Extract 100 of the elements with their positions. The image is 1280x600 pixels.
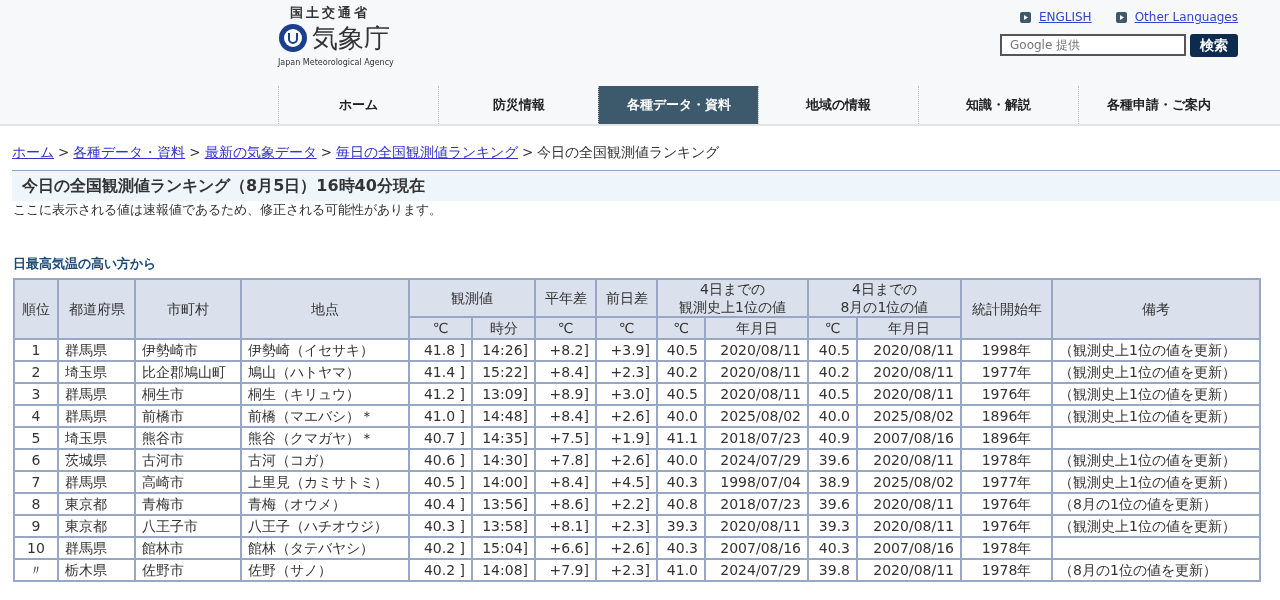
table-cell: 9	[14, 514, 58, 537]
table-cell: 2020/08/11	[705, 338, 808, 361]
table-cell: 群馬県	[58, 404, 135, 427]
table-cell: 39.6	[808, 492, 857, 515]
breadcrumb-link[interactable]: 毎日の全国観測値ランキング	[335, 144, 518, 160]
table-cell: 2020/08/11	[857, 448, 961, 471]
table-cell: 39.8	[808, 558, 857, 581]
table-cell: 佐野市	[135, 558, 241, 581]
table-cell: 40.3	[808, 536, 857, 559]
table-cell: 1998/07/04	[705, 470, 808, 493]
table-cell: 茨城県	[58, 448, 135, 471]
nav-tab[interactable]: 各種データ・資料	[598, 86, 758, 124]
table-cell: 八王子市	[135, 514, 241, 537]
table-cell: 2020/08/11	[705, 382, 808, 405]
column-header: ℃	[673, 318, 689, 337]
table-cell: 佐野（サノ）	[241, 558, 409, 581]
table-cell: +2.6]	[596, 404, 657, 427]
table-cell: 13:09]	[472, 382, 535, 405]
search-button[interactable]: 検索	[1190, 34, 1238, 57]
column-header: 観測値	[451, 288, 493, 307]
table-cell: 埼玉県	[58, 360, 135, 383]
table-cell: 3	[14, 382, 58, 405]
language-link[interactable]: ENGLISH	[1038, 8, 1092, 26]
table-cell: 39.3	[657, 514, 705, 537]
search-field[interactable]: Google 提供	[1000, 34, 1186, 56]
table-cell: 館林（タテバヤシ）	[241, 536, 409, 559]
column-header: 年月日	[888, 318, 930, 337]
table-cell: 40.2 ]	[409, 536, 472, 559]
agency-english-name: Japan Meteorological Agency	[278, 57, 394, 69]
table-cell: 40.7 ]	[409, 426, 472, 449]
table-cell: 青梅市	[135, 492, 241, 515]
table-cell: 40.0	[808, 404, 857, 427]
table-cell: 15:04]	[472, 536, 535, 559]
table-cell: 39.3	[808, 514, 857, 537]
table-cell: 8	[14, 492, 58, 515]
breadcrumb-separator: >	[189, 144, 201, 160]
table-cell: 伊勢崎市	[135, 338, 241, 361]
page-title: 今日の全国観測値ランキング（8月5日）16時40分現在	[12, 170, 1280, 202]
column-header: 8月の1位の値	[840, 297, 929, 316]
table-cell: +8.4]	[535, 470, 596, 493]
table-cell: +8.9]	[535, 382, 596, 405]
agency-name: 気象庁	[312, 25, 390, 51]
table-cell: +8.4]	[535, 404, 596, 427]
table-cell: 1977年	[961, 360, 1052, 383]
column-header: 4日までの	[852, 279, 917, 298]
table-cell: 2020/08/11	[705, 514, 808, 537]
table-cell: 41.1	[657, 426, 705, 449]
language-link[interactable]: Other Languages	[1134, 8, 1238, 26]
table-cell: （観測史上1位の値を更新）	[1052, 448, 1260, 471]
column-header: 時分	[489, 318, 518, 337]
nav-tab[interactable]: 各種申請・ご案内	[1078, 86, 1238, 124]
table-cell: 埼玉県	[58, 426, 135, 449]
table-cell: 40.2 ]	[409, 558, 472, 581]
table-cell: +8.1]	[535, 514, 596, 537]
column-header: 地点	[311, 299, 339, 318]
table-cell: 40.5	[657, 382, 705, 405]
table-cell: 40.9	[808, 426, 857, 449]
table-cell: 1976年	[961, 382, 1052, 405]
table-cell: 40.5	[808, 382, 857, 405]
table-cell: （観測史上1位の値を更新）	[1052, 382, 1260, 405]
column-header: 順位	[22, 299, 50, 318]
table-cell: 1896年	[961, 426, 1052, 449]
column-header: ℃	[618, 318, 635, 337]
table-cell: 館林市	[135, 536, 241, 559]
table-cell: （観測史上1位の値を更新）	[1052, 470, 1260, 493]
section-title: 日最高気温の高い方から	[13, 255, 157, 273]
play-icon	[1019, 11, 1031, 23]
nav-tab[interactable]: ホーム	[278, 86, 438, 124]
table-cell: 41.0 ]	[409, 404, 472, 427]
table-cell: 〃	[14, 558, 58, 581]
table-cell: （観測史上1位の値を更新）	[1052, 514, 1260, 537]
table-cell: （観測史上1位の値を更新）	[1052, 338, 1260, 361]
breadcrumb-link[interactable]: 各種データ・資料	[73, 144, 186, 160]
table-cell: 6	[14, 448, 58, 471]
nav-tab[interactable]: 地域の情報	[758, 86, 918, 124]
nav-tab[interactable]: 知識・解説	[918, 86, 1078, 124]
breadcrumb-current: 今日の全国観測値ランキング	[537, 144, 720, 160]
table-cell: 15:22]	[472, 360, 535, 383]
table-cell: 2018/07/23	[705, 492, 808, 515]
table-cell: 2	[14, 360, 58, 383]
table-cell: 八王子（ハチオウジ）	[241, 514, 409, 537]
breadcrumb-link[interactable]: 最新の気象データ	[204, 144, 317, 160]
table-cell: 群馬県	[58, 338, 135, 361]
column-header: 平年差	[544, 288, 587, 307]
table-cell: （8月の1位の値を更新）	[1052, 558, 1260, 581]
table-cell: 2020/08/11	[857, 558, 961, 581]
column-header: ℃	[557, 318, 574, 337]
table-cell: 伊勢崎（イセサキ）	[241, 338, 409, 361]
table-cell: +2.6]	[596, 536, 657, 559]
column-header: 4日までの	[700, 279, 765, 298]
breadcrumb-link[interactable]: ホーム	[12, 144, 54, 160]
table-cell: +7.5]	[535, 426, 596, 449]
column-header: 観測史上1位の値	[679, 297, 786, 316]
table-cell: 41.2 ]	[409, 382, 472, 405]
table-cell: 7	[14, 470, 58, 493]
table-cell: 東京都	[58, 514, 135, 537]
table-cell: 41.8 ]	[409, 338, 472, 361]
table-cell: 前橋（マエバシ）＊	[241, 404, 409, 427]
table-cell: 熊谷市	[135, 426, 241, 449]
table-cell: 2018/07/23	[705, 426, 808, 449]
